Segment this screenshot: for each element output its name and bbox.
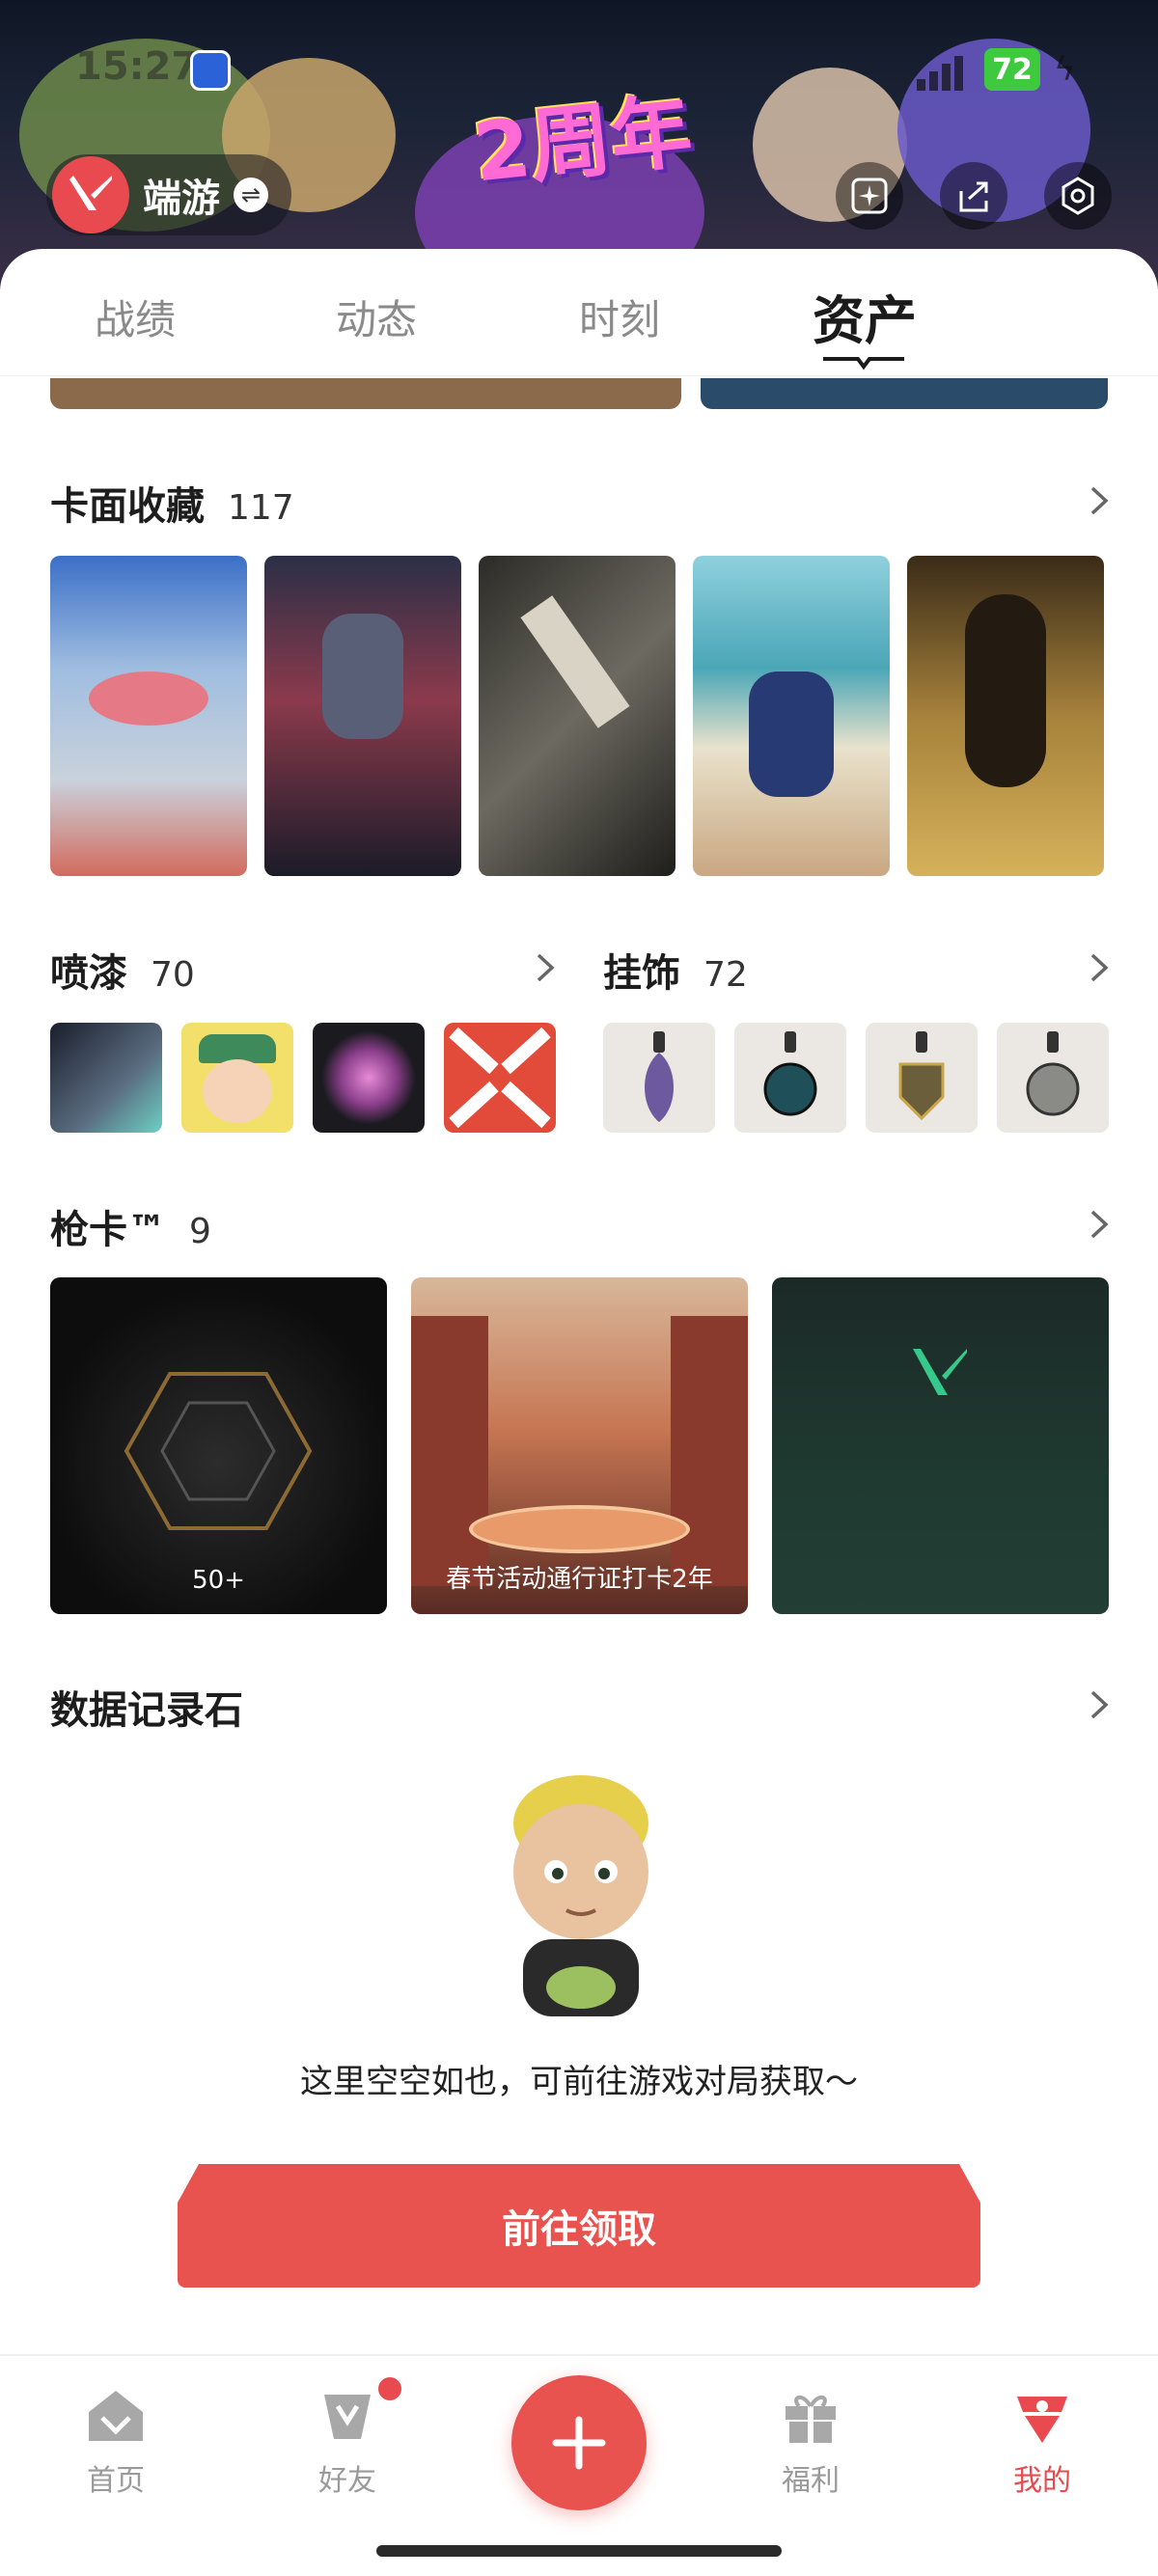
spray-item[interactable] (444, 1023, 556, 1133)
section-count: 72 (703, 955, 748, 995)
spray-item[interactable] (313, 1023, 425, 1133)
chevron-right-icon[interactable] (1083, 1208, 1116, 1241)
nav-me[interactable]: 我的 (984, 2385, 1100, 2499)
chevron-right-icon[interactable] (529, 951, 562, 984)
battery-indicator: 72 (984, 48, 1040, 91)
charm-item[interactable] (734, 1023, 846, 1133)
gun-card-label: 50+ (192, 1566, 245, 1595)
section-count: 70 (151, 955, 195, 995)
signal-icon (917, 56, 975, 91)
gun-cards-header[interactable]: 枪卡™ 9 (50, 1198, 211, 1254)
charm-item[interactable] (603, 1023, 715, 1133)
charm-list (603, 1023, 1109, 1133)
character-art (749, 671, 834, 797)
game-name: 端游 (143, 177, 220, 221)
section-count: 117 (228, 488, 294, 528)
player-card-list (50, 556, 1104, 876)
gun-card[interactable] (772, 1277, 1109, 1614)
data-stone-header[interactable]: 数据记录石 (50, 1679, 243, 1735)
charm-item[interactable] (866, 1023, 978, 1133)
share-icon[interactable] (940, 162, 1007, 230)
nav-label: 首页 (87, 2464, 145, 2498)
profile-icon (1011, 2385, 1073, 2447)
chevron-right-icon[interactable] (1083, 951, 1116, 984)
hexagon-art (124, 1372, 313, 1530)
go-claim-button[interactable]: 前往领取 (178, 2164, 980, 2288)
card-collection-header[interactable]: 卡面收藏 117 (50, 475, 294, 531)
sparkle-card-icon[interactable] (836, 162, 903, 230)
gun-card-label: 春节活动通行证打卡2年 (446, 1565, 713, 1594)
friends-icon (317, 2385, 378, 2447)
charms-header[interactable]: 挂饰 72 (603, 942, 748, 998)
active-tab-indicator (823, 357, 904, 370)
stage-art (469, 1505, 690, 1553)
spray-list (50, 1023, 556, 1133)
building-art (671, 1316, 748, 1586)
player-card[interactable] (50, 556, 247, 876)
building-art (411, 1316, 488, 1586)
gun-card[interactable]: 50+ (50, 1277, 387, 1614)
valorant-logo-icon (52, 156, 129, 233)
section-title: 卡面收藏 (50, 484, 205, 529)
charging-icon: ϟ (1054, 50, 1076, 89)
section-count: 9 (189, 1212, 211, 1251)
player-card[interactable] (264, 556, 461, 876)
charm-item[interactable] (997, 1023, 1109, 1133)
friends-unread-badge (378, 2377, 401, 2400)
tab-bar: 战绩 动态 时刻 资产 (0, 249, 1158, 376)
home-icon (85, 2385, 147, 2447)
status-time: 15:27 (75, 44, 199, 89)
section-title: 喷漆 (50, 951, 127, 996)
player-card[interactable] (907, 556, 1104, 876)
gun-card[interactable]: 春节活动通行证打卡2年 (411, 1277, 748, 1614)
tab-record[interactable]: 战绩 (95, 288, 176, 346)
gift-icon (780, 2385, 841, 2447)
weapon-art (520, 595, 630, 728)
empty-state-text: 这里空空如也，可前往游戏对局获取～ (300, 2063, 858, 2101)
character-art (965, 594, 1046, 787)
pig-art (89, 671, 208, 726)
nav-friends[interactable]: 好友 (290, 2385, 405, 2499)
tab-feed[interactable]: 动态 (336, 288, 417, 346)
create-post-button[interactable] (511, 2375, 647, 2510)
swap-icon: ⇌ (234, 178, 268, 212)
chevron-right-icon[interactable] (1083, 484, 1116, 517)
event-title: 2周年 (469, 83, 697, 201)
spray-item[interactable] (181, 1023, 293, 1133)
character-art (322, 614, 403, 739)
header-banner: 2周年 15:27 72 ϟ 端游 ⇌ (0, 0, 1158, 289)
settings-icon[interactable] (1044, 162, 1112, 230)
home-indicator (376, 2545, 782, 2557)
section-title: 挂饰 (603, 951, 680, 996)
plus-icon (552, 2416, 606, 2470)
previous-card-edge (701, 378, 1108, 409)
nav-label: 我的 (1013, 2464, 1071, 2498)
player-card[interactable] (479, 556, 676, 876)
player-card[interactable] (693, 556, 890, 876)
section-title: 数据记录石 (50, 1688, 243, 1733)
tab-moments[interactable]: 时刻 (579, 288, 660, 346)
chevron-right-icon[interactable] (1083, 1688, 1116, 1721)
nav-rewards[interactable]: 福利 (753, 2385, 868, 2499)
sprays-header[interactable]: 喷漆 70 (50, 942, 195, 998)
section-title: 枪卡™ (50, 1208, 166, 1252)
tab-assets[interactable]: 资产 (813, 278, 917, 354)
notification-app-icon (190, 50, 231, 91)
empty-state-mascot (513, 1775, 648, 2016)
game-switcher[interactable]: 端游 ⇌ (46, 154, 291, 235)
nav-label: 好友 (318, 2464, 376, 2498)
gun-card-list: 50+ 春节活动通行证打卡2年 (50, 1277, 1109, 1614)
nav-label: 福利 (782, 2464, 840, 2498)
spray-item[interactable] (50, 1023, 162, 1133)
nav-home[interactable]: 首页 (58, 2385, 174, 2499)
previous-card-edge (50, 378, 681, 409)
valorant-v-icon (913, 1349, 967, 1395)
face-art (203, 1059, 272, 1123)
